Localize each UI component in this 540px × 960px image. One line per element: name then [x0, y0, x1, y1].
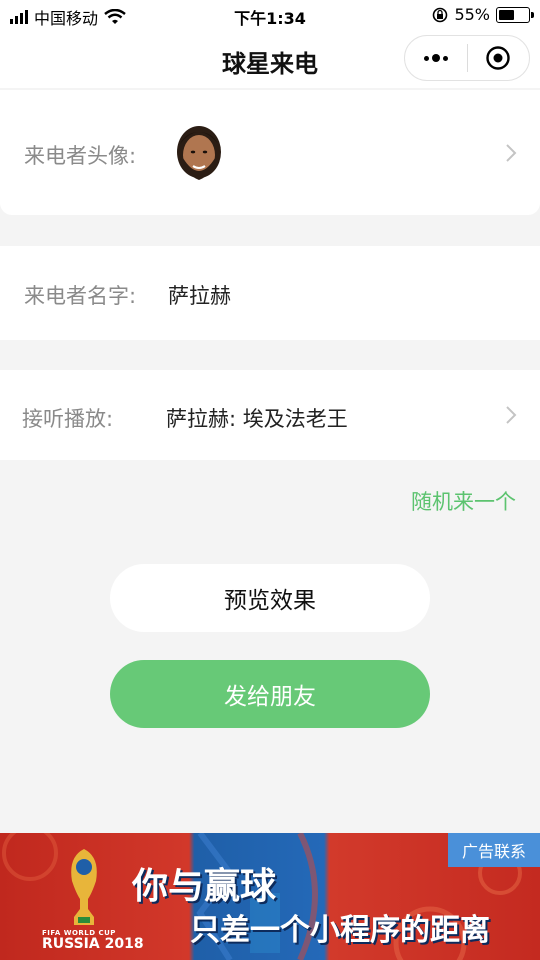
caller-name-row[interactable]: 来电者名字: 萨拉赫	[0, 246, 540, 340]
more-dots-icon	[423, 54, 448, 62]
ad-subheadline: 只差一个小程序的距离	[190, 913, 490, 948]
send-to-friend-button[interactable]: 发给朋友	[110, 660, 430, 728]
ad-contact-button[interactable]: 广告联系	[448, 833, 540, 867]
caller-avatar-label: 来电者头像:	[24, 144, 137, 168]
playback-row[interactable]: 接听播放: 萨拉赫: 埃及法老王	[0, 370, 540, 460]
chevron-right-icon	[506, 406, 517, 424]
caller-name-value[interactable]: 萨拉赫	[168, 280, 231, 310]
ad-brand: RUSSIA 2018	[42, 936, 144, 952]
status-bar: 中国移动 下午1:34 55%	[0, 0, 540, 30]
close-miniprogram-button[interactable]	[467, 35, 529, 81]
lock-rotation-icon	[433, 7, 448, 22]
caller-name-label: 来电者名字:	[24, 284, 137, 308]
chevron-right-icon	[506, 144, 517, 162]
battery-percent: 55%	[454, 5, 490, 24]
miniprogram-capsule	[404, 35, 530, 81]
ad-banner[interactable]: 广告联系 FIFA WORLD CUP RUSSIA 2018 你与赢球 只差一…	[0, 833, 540, 960]
more-button[interactable]	[405, 35, 467, 81]
ad-headline: 你与赢球	[132, 866, 277, 907]
trophy-icon	[71, 849, 97, 925]
target-icon	[486, 46, 510, 70]
random-link[interactable]: 随机来一个	[411, 486, 516, 516]
status-right: 55%	[432, 5, 534, 24]
preview-button[interactable]: 预览效果	[110, 564, 430, 632]
caller-avatar-image	[177, 126, 221, 180]
caller-avatar-row[interactable]: 来电者头像:	[0, 90, 540, 215]
playback-label: 接听播放:	[22, 407, 114, 431]
battery-icon	[496, 6, 534, 23]
playback-value: 萨拉赫: 埃及法老王	[166, 407, 348, 431]
nav-bar: 球星来电	[0, 30, 540, 88]
